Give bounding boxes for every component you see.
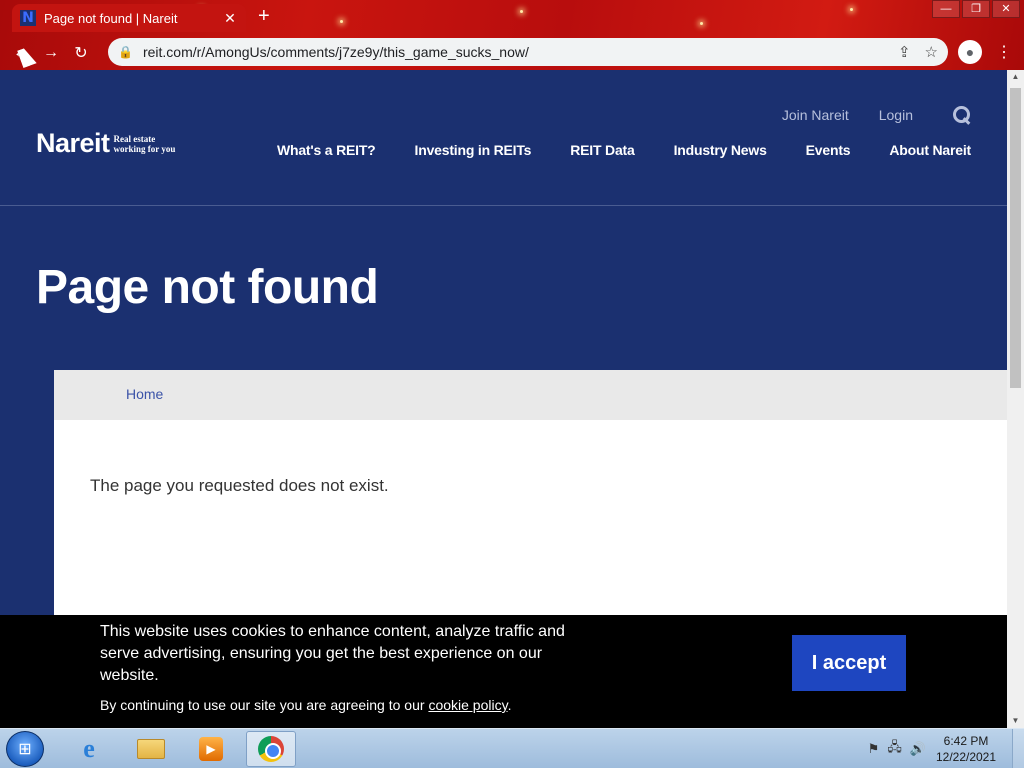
chrome-taskbar-icon[interactable]	[246, 731, 296, 767]
restore-button[interactable]: ❐	[962, 0, 990, 18]
nav-investing-in-reits[interactable]: Investing in REITs	[415, 142, 532, 158]
tab-close-icon[interactable]: ✕	[222, 10, 238, 27]
media-player-icon[interactable]: ▶	[186, 731, 236, 767]
login-link[interactable]: Login	[879, 107, 913, 123]
breadcrumb: Home	[54, 370, 1007, 420]
nareit-logo[interactable]: Nareit Real estate working for you	[36, 128, 175, 159]
show-desktop-button[interactable]	[1012, 729, 1024, 768]
page-title: Page not found	[36, 261, 379, 314]
sparkle-decoration	[520, 10, 523, 13]
search-icon[interactable]	[953, 106, 971, 124]
close-window-button[interactable]: ✕	[992, 0, 1020, 18]
scrollbar-thumb[interactable]	[1010, 88, 1021, 388]
accept-cookies-button[interactable]: I accept	[792, 635, 906, 691]
browser-tab[interactable]: N Page not found | Nareit ✕	[12, 4, 246, 32]
cookie-text: This website uses cookies to enhance con…	[100, 623, 565, 684]
main-nav: What's a REIT? Investing in REITs REIT D…	[238, 142, 971, 158]
nav-whats-a-reit[interactable]: What's a REIT?	[277, 142, 376, 158]
breadcrumb-home-link[interactable]: Home	[126, 386, 163, 402]
browser-toolbar: ← → ↻ 🔒 reit.com/r/AmongUs/comments/j7ze…	[0, 36, 1024, 70]
address-bar[interactable]: 🔒 reit.com/r/AmongUs/comments/j7ze9y/thi…	[108, 38, 948, 66]
share-icon[interactable]: ⇪	[898, 43, 911, 61]
nav-events[interactable]: Events	[806, 142, 851, 158]
cookie-consent-suffix: .	[507, 697, 512, 713]
file-explorer-icon[interactable]	[126, 731, 176, 767]
url-text[interactable]: reit.com/r/AmongUs/comments/j7ze9y/this_…	[143, 44, 884, 60]
bookmark-star-icon[interactable]: ☆	[925, 43, 938, 61]
window-controls: — ❐ ✕	[930, 0, 1020, 18]
scroll-down-arrow-icon[interactable]: ▼	[1007, 714, 1024, 728]
action-center-flag-icon[interactable]: ⚑	[868, 741, 880, 757]
kebab-menu-icon[interactable]: ⋮	[996, 42, 1012, 62]
join-nareit-link[interactable]: Join Nareit	[782, 107, 849, 123]
logo-tagline-line2: working for you	[113, 143, 176, 154]
new-tab-button[interactable]: +	[258, 6, 270, 26]
system-clock[interactable]: 6:42 PM 12/22/2021	[934, 733, 998, 765]
cookie-policy-link[interactable]: cookie policy	[428, 697, 507, 713]
error-message: The page you requested does not exist.	[90, 476, 389, 495]
clock-date: 12/22/2021	[935, 750, 997, 764]
nareit-favicon-icon: N	[20, 10, 36, 26]
chrome-logo-icon	[258, 736, 284, 762]
header-divider	[0, 205, 1007, 206]
logo-tagline: Real estate working for you	[114, 134, 176, 154]
cookie-consent-note: By continuing to use our site you are ag…	[100, 697, 511, 713]
scroll-up-arrow-icon[interactable]: ▲	[1007, 70, 1024, 84]
windows-taskbar: ⊞ e ▶ ⚑ 🖧 🔊 6:42 PM 12/22/2021	[0, 728, 1024, 768]
network-icon[interactable]: 🖧	[887, 738, 902, 760]
clock-time: 6:42 PM	[943, 734, 989, 748]
start-button[interactable]: ⊞	[6, 731, 44, 767]
nav-about-nareit[interactable]: About Nareit	[889, 142, 971, 158]
tab-title: Page not found | Nareit	[44, 10, 178, 26]
forward-arrow-icon[interactable]: →	[36, 39, 66, 67]
profile-avatar-icon[interactable]: ●	[958, 40, 982, 64]
sparkle-decoration	[700, 22, 703, 25]
logo-wordmark: Nareit	[36, 128, 110, 158]
system-tray: ⚑ 🖧 🔊 6:42 PM 12/22/2021	[868, 729, 1024, 768]
internet-explorer-icon[interactable]: e	[64, 731, 114, 767]
web-page: Nareit Real estate working for you Join …	[0, 70, 1007, 728]
reload-icon[interactable]: ↻	[66, 39, 96, 67]
sparkle-decoration	[340, 20, 343, 23]
browser-chrome: N Page not found | Nareit ✕ + — ❐ ✕ ← → …	[0, 0, 1024, 70]
cookie-banner: This website uses cookies to enhance con…	[0, 615, 1007, 728]
nav-industry-news[interactable]: Industry News	[674, 142, 767, 158]
lock-icon[interactable]: 🔒	[118, 45, 133, 59]
cookie-consent-prefix: By continuing to use our site you are ag…	[100, 697, 429, 713]
page-scrollbar[interactable]: ▲ ▼	[1007, 70, 1024, 728]
nav-reit-data[interactable]: REIT Data	[570, 142, 635, 158]
minimize-button[interactable]: —	[932, 0, 960, 18]
logo-tagline-line1: Real estate	[113, 133, 156, 144]
sparkle-decoration	[850, 8, 853, 11]
utility-nav: Join Nareit Login	[752, 106, 971, 124]
volume-icon[interactable]: 🔊	[910, 741, 926, 757]
